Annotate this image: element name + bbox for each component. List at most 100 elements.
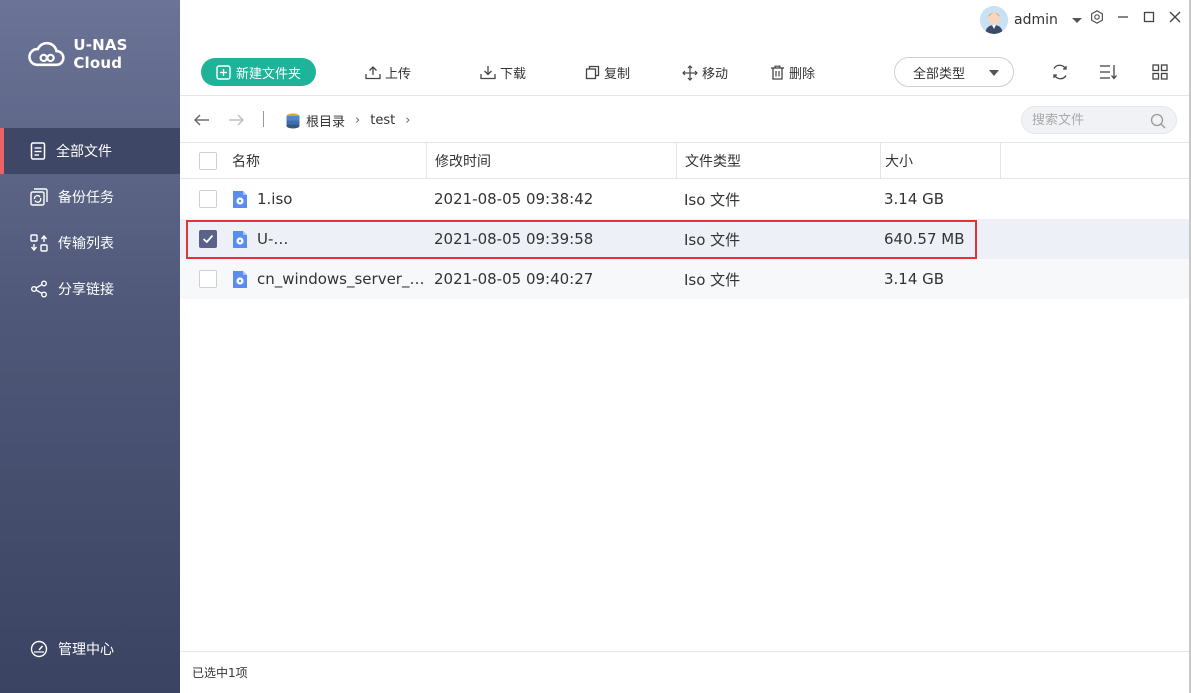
trash-icon [771, 65, 784, 80]
settings-gear-icon[interactable] [1090, 10, 1104, 24]
delete-label: 删除 [789, 67, 816, 82]
file-type: Iso 文件 [684, 270, 741, 289]
row-checkbox[interactable] [199, 270, 217, 288]
sidebar-item-label: 传输列表 [58, 236, 114, 252]
file-type: Iso 文件 [684, 190, 741, 209]
refresh-icon[interactable] [1051, 63, 1069, 81]
sidebar-item-share-links[interactable]: 分享链接 [0, 266, 180, 312]
file-size: 3.14 GB [884, 270, 945, 288]
column-header-size[interactable]: 大小 [885, 143, 913, 179]
app-name: U-NAS Cloud [73, 36, 128, 72]
status-bar: 已选中1项 [180, 651, 1191, 693]
iso-file-icon [233, 231, 247, 248]
download-button[interactable]: 下载 [480, 63, 526, 82]
row-checkbox[interactable] [199, 190, 217, 208]
sidebar-item-label: 全部文件 [56, 144, 112, 160]
table-row[interactable]: 1.iso 2021-08-05 09:38:42 Iso 文件 3.14 GB [180, 179, 1191, 219]
sidebar-nav: 全部文件 备份任务 传输列表 分享链接 [0, 128, 180, 312]
sidebar-bottom: 管理中心 [0, 626, 180, 672]
close-icon[interactable] [1168, 10, 1182, 24]
copy-button[interactable]: 复制 [585, 63, 630, 82]
user-name: admin [1014, 12, 1058, 28]
column-header-name[interactable]: 名称 [232, 143, 260, 179]
file-name: 1.iso [257, 190, 293, 208]
row-checkbox[interactable] [199, 230, 217, 248]
sidebar: U-NAS Cloud 全部文件 备份任务 传输列表 分享链接 管理中心 [0, 0, 180, 693]
move-label: 移动 [702, 67, 729, 82]
file-modified: 2021-08-05 09:38:42 [434, 190, 594, 208]
file-name: U-… [257, 230, 289, 248]
caret-down-icon [989, 70, 999, 76]
caret-down-icon[interactable] [1070, 15, 1084, 25]
download-label: 下载 [500, 67, 527, 82]
search-input[interactable] [1032, 112, 1142, 128]
dashboard-icon [30, 640, 48, 658]
iso-file-icon [233, 191, 247, 208]
user-menu[interactable]: admin [980, 6, 1084, 34]
avatar [980, 6, 1008, 34]
transfer-icon [30, 234, 48, 252]
table-header: 名称 修改时间 文件类型 大小 [180, 143, 1191, 179]
grid-view-icon[interactable] [1151, 63, 1169, 81]
selection-count: 已选中1项 [192, 666, 248, 680]
sidebar-item-backup-tasks[interactable]: 备份任务 [0, 174, 180, 220]
file-type-select-value: 全部类型 [913, 66, 966, 82]
upload-label: 上传 [385, 67, 412, 82]
title-bar: admin [180, 0, 1191, 42]
sort-icon[interactable] [1099, 63, 1117, 81]
document-icon [30, 142, 46, 160]
column-header-type[interactable]: 文件类型 [685, 143, 741, 179]
file-name: cn_windows_server_… [257, 270, 425, 288]
column-divider[interactable] [1000, 143, 1001, 179]
backup-icon [30, 188, 48, 206]
file-size: 3.14 GB [884, 190, 945, 208]
file-modified: 2021-08-05 09:39:58 [434, 230, 594, 248]
upload-button[interactable]: 上传 [365, 63, 411, 82]
sidebar-item-transfer-list[interactable]: 传输列表 [0, 220, 180, 266]
forward-arrow-icon[interactable] [227, 111, 245, 129]
delete-button[interactable]: 删除 [770, 63, 815, 82]
upload-icon [365, 66, 381, 80]
column-divider[interactable] [676, 143, 677, 179]
copy-icon [585, 65, 600, 80]
new-folder-label: 新建文件夹 [235, 66, 301, 82]
app-logo: U-NAS Cloud [28, 36, 180, 72]
column-header-modified[interactable]: 修改时间 [435, 143, 491, 179]
add-folder-icon [216, 64, 231, 80]
toolbar: 新建文件夹 上传 下载 复制 移动 删除 全部类型 [180, 50, 1191, 96]
database-icon [286, 113, 300, 128]
file-type: Iso 文件 [684, 230, 741, 249]
window-controls [1090, 10, 1182, 24]
sidebar-item-label: 管理中心 [58, 642, 114, 658]
new-folder-button[interactable]: 新建文件夹 [201, 58, 316, 86]
copy-label: 复制 [604, 67, 631, 82]
file-table: 名称 修改时间 文件类型 大小 1.iso 2021-08-05 09:38:4… [180, 143, 1191, 299]
table-row[interactable]: U-… 2021-08-05 09:39:58 Iso 文件 640.57 MB [180, 219, 1191, 259]
download-icon [480, 66, 496, 80]
column-divider[interactable] [880, 143, 881, 179]
search-icon[interactable] [1150, 113, 1166, 129]
share-icon [31, 280, 47, 298]
move-icon [682, 64, 698, 81]
search-box [1021, 106, 1177, 134]
chevron-right-icon: › [405, 113, 411, 128]
back-arrow-icon[interactable] [193, 111, 211, 129]
cloud-logo-icon [28, 41, 65, 67]
iso-file-icon [233, 271, 247, 288]
table-row[interactable]: cn_windows_server_… 2021-08-05 09:40:27 … [180, 259, 1191, 299]
select-all-checkbox[interactable] [199, 152, 217, 170]
breadcrumb: 根目录 › test › [286, 111, 414, 130]
file-modified: 2021-08-05 09:40:27 [434, 270, 594, 288]
maximize-icon[interactable] [1142, 10, 1156, 24]
breadcrumb-current[interactable]: test [370, 113, 395, 128]
file-type-select[interactable]: 全部类型 [894, 57, 1014, 87]
sidebar-item-label: 备份任务 [58, 190, 114, 206]
check-icon [202, 234, 214, 244]
sidebar-item-admin-center[interactable]: 管理中心 [0, 626, 180, 672]
move-button[interactable]: 移动 [682, 63, 728, 82]
breadcrumb-root[interactable]: 根目录 [306, 111, 345, 130]
path-bar: 根目录 › test › [180, 97, 1191, 143]
sidebar-item-all-files[interactable]: 全部文件 [0, 128, 180, 174]
column-divider[interactable] [426, 143, 427, 179]
minimize-icon[interactable] [1116, 10, 1130, 24]
